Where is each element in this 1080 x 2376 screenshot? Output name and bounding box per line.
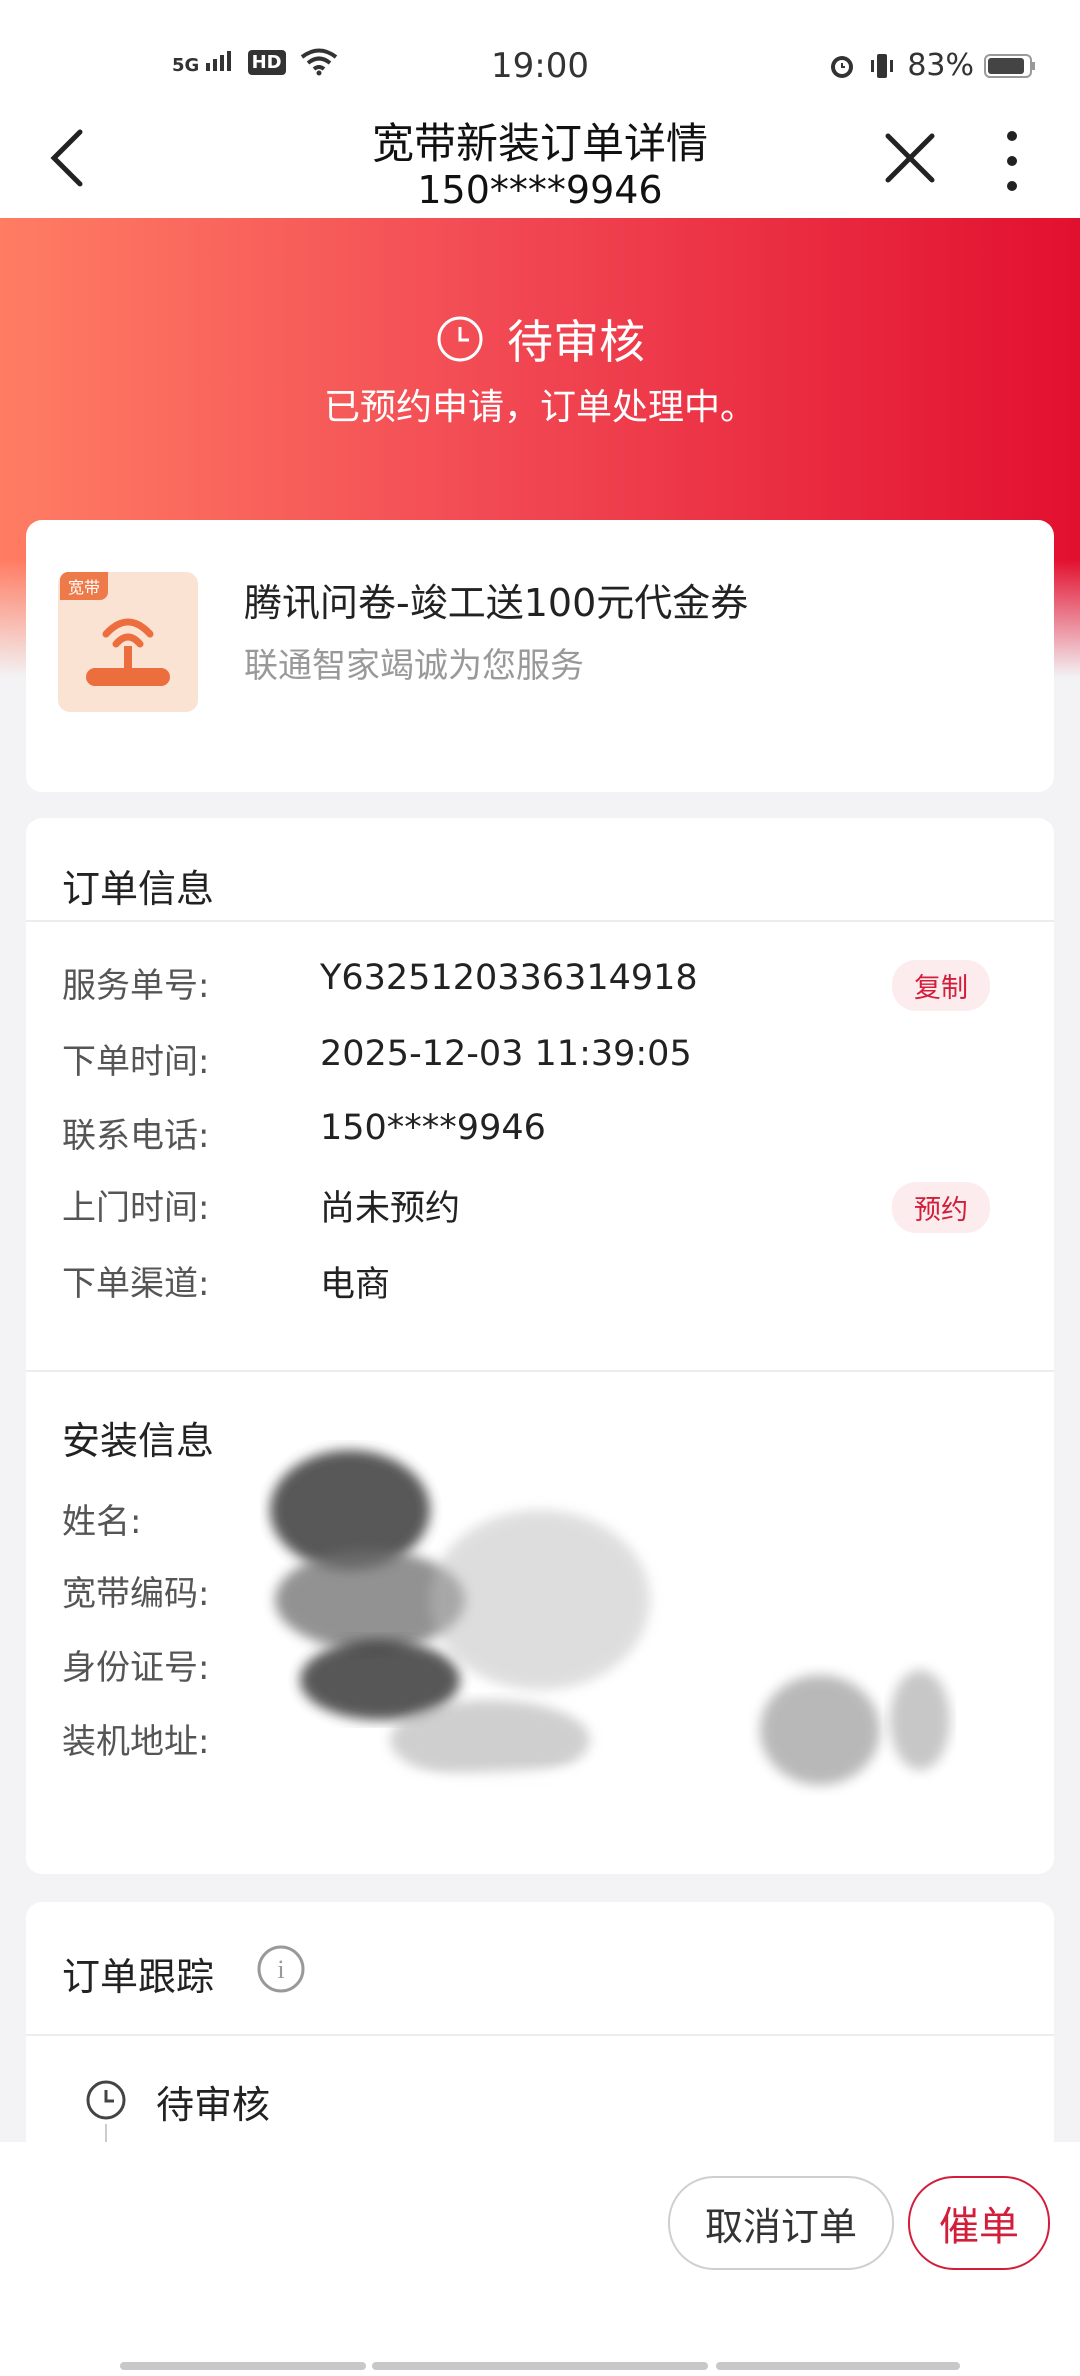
battery-percent: 83% (907, 48, 974, 83)
order-time-value: 2025-12-03 11:39:05 (320, 1034, 692, 1074)
order-channel-label: 下单渠道: (62, 1264, 210, 1304)
redaction-scribble (270, 1450, 950, 1850)
close-icon[interactable] (880, 128, 940, 188)
broadband-code-label: 宽带编码: (62, 1574, 210, 1614)
divider (26, 2034, 1054, 2036)
info-icon[interactable]: i (256, 1944, 306, 1994)
install-address-label: 装机地址: (62, 1722, 210, 1762)
battery-icon (984, 53, 1035, 78)
service-no-value: Y6325120336314918 (320, 958, 698, 998)
urge-order-button[interactable]: 催单 (908, 2176, 1050, 2270)
contact-phone-value: 150****9946 (320, 1108, 546, 1148)
visit-time-label: 上门时间: (62, 1188, 210, 1228)
tracking-status: 待审核 (156, 2083, 271, 2127)
divider (26, 1370, 1054, 1372)
bottom-action-bar (0, 2142, 1080, 2376)
home-indicator (716, 2362, 960, 2370)
cancel-order-button[interactable]: 取消订单 (668, 2176, 894, 2270)
status-message: 已预约申请，订单处理中。 (323, 387, 756, 428)
more-icon[interactable] (992, 128, 1032, 194)
tracking-title: 订单跟踪 (62, 1955, 215, 1999)
status-icons-right: 83% (827, 48, 1036, 83)
order-status: 待审核 (0, 306, 1080, 372)
clock-icon (437, 316, 483, 362)
info-icon-text: i (277, 1955, 284, 1984)
order-channel-value: 电商 (320, 1265, 391, 1305)
home-indicator (372, 2362, 708, 2370)
copy-button[interactable]: 复制 (892, 960, 990, 1011)
contact-phone-label: 联系电话: (62, 1116, 210, 1156)
order-info-title: 订单信息 (62, 867, 215, 911)
id-number-label: 身份证号: (62, 1648, 210, 1688)
alarm-icon (831, 55, 854, 78)
service-no-label: 服务单号: (62, 966, 210, 1006)
home-indicator (120, 2362, 366, 2370)
appointment-button[interactable]: 预约 (892, 1182, 990, 1233)
divider (26, 920, 1054, 922)
promo-title: 腾讯问卷-竣工送100元代金券 (244, 581, 749, 625)
promo-tag: 宽带 (60, 572, 109, 600)
order-time-label: 下单时间: (62, 1042, 210, 1082)
vibrate-icon (871, 53, 894, 78)
promo-subtitle: 联通智家竭诚为您服务 (244, 646, 584, 686)
status-text: 待审核 (507, 315, 645, 369)
visit-time-value: 尚未预约 (320, 1189, 461, 1229)
name-label: 姓名: (62, 1502, 142, 1542)
timeline-clock-icon (86, 2080, 126, 2120)
install-info-title: 安装信息 (62, 1419, 215, 1463)
